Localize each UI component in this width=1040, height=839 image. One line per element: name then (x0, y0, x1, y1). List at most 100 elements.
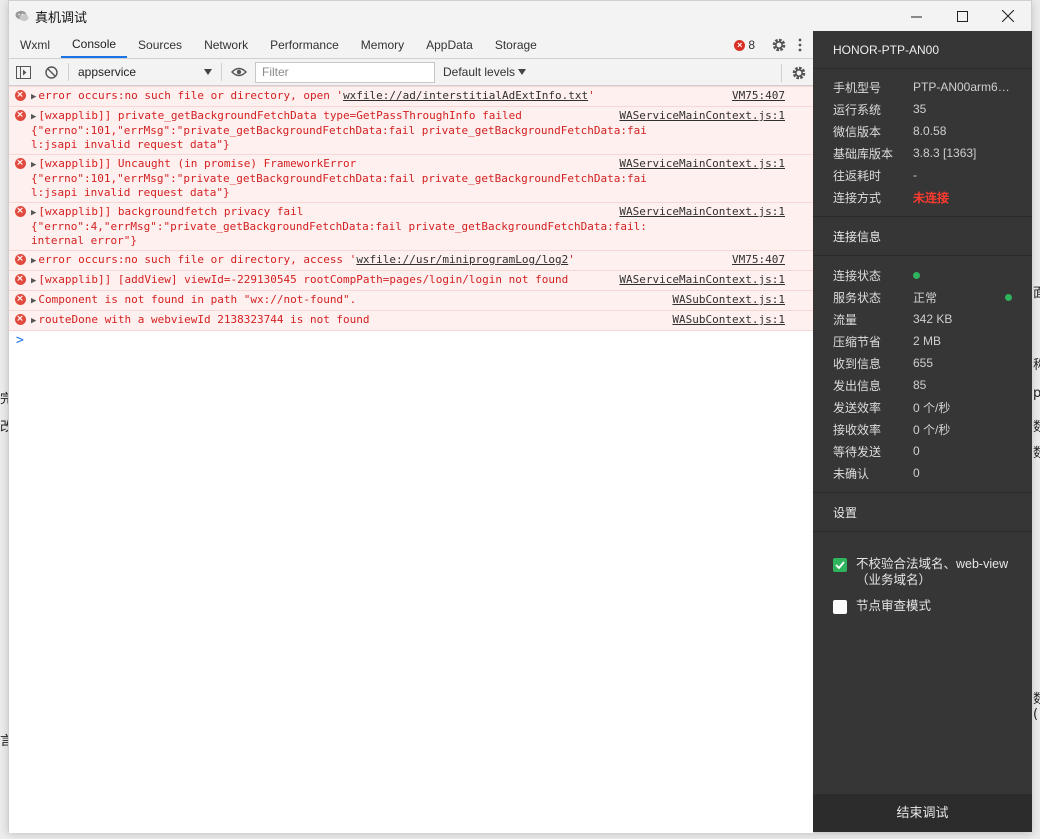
expand-triangle-icon[interactable]: ▶ (31, 92, 36, 102)
background-text: 数( (1033, 692, 1040, 722)
option-label: 不校验合法域名、web-view（业务域名） (856, 557, 1009, 587)
wechat-devtools-icon (15, 10, 29, 22)
expand-triangle-icon[interactable]: ▶ (31, 160, 36, 170)
error-icon: × (14, 294, 26, 305)
tab-storage[interactable]: Storage (484, 31, 548, 58)
console-error-row[interactable]: × ▶ routeDone with a webviewId 2138323744… (9, 310, 813, 331)
device-panel: HONOR-PTP-AN00 手机型号 PTP-AN00arm64-v8a 运行系… (813, 31, 1032, 832)
dropdown-arrow-icon (204, 69, 212, 75)
console-settings-button[interactable] (785, 60, 813, 86)
source-link[interactable]: VM75:407 (732, 253, 785, 267)
tab-network[interactable]: Network (193, 31, 259, 58)
source-link[interactable]: WAServiceMainContext.js:1 (619, 205, 785, 219)
toolbar-divider (68, 63, 69, 81)
background-text: 面 (1033, 286, 1040, 301)
checkbox-checked[interactable] (833, 558, 847, 572)
tab-memory[interactable]: Memory (350, 31, 415, 58)
message-text: error occurs:no such file or directory, … (38, 89, 344, 102)
connection-status-value: 未连接 (913, 190, 950, 205)
conn-row-sent: 发出信息 85 (833, 378, 927, 393)
filter-input[interactable] (255, 61, 435, 83)
checkmark-icon (835, 561, 845, 569)
info-row-model: 手机型号 PTP-AN00arm64-v8a (833, 80, 1028, 95)
file-link[interactable]: wxfile://ad/interstitialAdExtInfo.txt (343, 89, 588, 102)
console-toolbar: appservice Default levels (9, 59, 813, 86)
message-text: [wxapplib]] Uncaught (in promise) Framew… (31, 157, 647, 199)
maximize-button[interactable] (939, 1, 985, 31)
expand-triangle-icon[interactable]: ▶ (31, 316, 36, 326)
source-link[interactable]: WASubContext.js:1 (672, 313, 785, 327)
conn-row-received: 收到信息 655 (833, 356, 934, 371)
message-text: Component is not found in path "wx://not… (38, 293, 357, 306)
devtools-panel: Wxml Console Sources Network Performance… (9, 31, 813, 833)
device-info-list: 手机型号 PTP-AN00arm64-v8a 运行系统 35 微信版本 8.0.58 … (813, 69, 1032, 216)
console-error-row[interactable]: × ▶ [wxapplib]] private_getBackgroundFetc… (9, 106, 813, 155)
toolbar-divider (221, 63, 222, 81)
error-icon: × (14, 314, 26, 325)
minimize-button[interactable] (893, 1, 939, 31)
devtools-tabs: Wxml Console Sources Network Performance… (9, 31, 813, 59)
expand-triangle-icon[interactable]: ▶ (31, 276, 36, 286)
tab-sources[interactable]: Sources (127, 31, 193, 58)
expand-triangle-icon[interactable]: ▶ (31, 112, 36, 122)
settings-gear-icon[interactable] (771, 37, 787, 53)
source-link[interactable]: WAServiceMainContext.js:1 (619, 273, 785, 287)
source-link[interactable]: WAServiceMainContext.js:1 (619, 157, 785, 171)
console-prompt[interactable]: > (9, 331, 813, 351)
info-row-os: 运行系统 35 (833, 102, 927, 117)
option-label: 节点审查模式 (856, 599, 932, 613)
background-text: 称 (1033, 358, 1040, 373)
console-error-row[interactable]: × ▶ Component is not found in path "wx://… (9, 290, 813, 311)
settings-options: 不校验合法域名、web-view（业务域名） 节点审查模式 (813, 532, 1032, 614)
option-node-inspect-mode[interactable]: 节点审查模式 (813, 598, 1032, 614)
end-debug-button[interactable]: 结束调试 (813, 794, 1032, 832)
error-icon: × (14, 90, 26, 101)
console-error-row[interactable]: × ▶ [wxapplib]] backgroundfetch privacy f… (9, 202, 813, 251)
source-link[interactable]: VM75:407 (732, 89, 785, 103)
background-text: pi (1033, 386, 1040, 401)
console-messages: × ▶ error occurs:no such file or director… (9, 86, 813, 833)
message-text: routeDone with a webviewId 2138323744 is… (38, 313, 370, 326)
console-error-row[interactable]: × ▶ [wxapplib]] [addView] viewId=-2291305… (9, 270, 813, 291)
message-text: ' (568, 253, 575, 266)
toggle-sidebar-button[interactable] (9, 59, 37, 85)
info-row-rtt: 往返耗时 - (833, 168, 917, 183)
file-link[interactable]: wxfile://usr/miniprogramLog/log2 (356, 253, 568, 266)
expand-triangle-icon[interactable]: ▶ (31, 256, 36, 266)
title-bar[interactable]: 真机调试 (9, 1, 1031, 31)
info-row-connection: 连接方式 未连接 (813, 186, 1032, 208)
context-select[interactable]: appservice (72, 62, 218, 82)
conn-row-status: 连接状态 (813, 264, 1032, 286)
info-row-wechat-version: 微信版本 8.0.58 (833, 124, 947, 139)
status-online-indicator (913, 272, 920, 279)
console-error-row[interactable]: × ▶ [wxapplib]] Uncaught (in promise) Fra… (9, 154, 813, 203)
option-skip-domain-check[interactable]: 不校验合法域名、web-view（业务域名） (813, 556, 1032, 588)
more-options-icon[interactable] (793, 37, 807, 53)
conn-row-send-rate: 发送效率 0 个/秒 (833, 400, 951, 415)
log-levels-select[interactable]: Default levels (443, 65, 527, 79)
console-error-row[interactable]: × ▶ error occurs:no such file or director… (9, 86, 813, 107)
expand-triangle-icon[interactable]: ▶ (31, 208, 36, 218)
clear-console-button[interactable] (37, 59, 65, 85)
console-error-row[interactable]: × ▶ error occurs:no such file or director… (9, 250, 813, 271)
dropdown-arrow-icon (518, 69, 527, 75)
info-row-lib-version: 基础库版本 3.8.3 [1363] (833, 146, 977, 161)
tab-console[interactable]: Console (61, 31, 128, 58)
source-link[interactable]: WASubContext.js:1 (672, 293, 785, 307)
expand-triangle-icon[interactable]: ▶ (31, 296, 36, 306)
checkbox-unchecked[interactable] (833, 600, 847, 614)
background-text: 数 (1033, 446, 1040, 461)
sidebar-toggle-icon (15, 65, 31, 79)
tab-performance[interactable]: Performance (259, 31, 350, 58)
message-text: [wxapplib]] [addView] viewId=-229130545 … (38, 273, 569, 286)
message-text: [wxapplib]] backgroundfetch privacy fail… (31, 205, 647, 247)
maximize-icon (956, 10, 968, 22)
error-counter[interactable]: × 8 (734, 38, 755, 52)
close-button[interactable] (985, 1, 1031, 31)
tab-appdata[interactable]: AppData (415, 31, 484, 58)
source-link[interactable]: WAServiceMainContext.js:1 (619, 109, 785, 123)
conn-row-compression: 压缩节省 2 MB (833, 334, 942, 349)
tab-wxml[interactable]: Wxml (9, 31, 61, 58)
live-expression-button[interactable] (225, 59, 253, 85)
window-title: 真机调试 (35, 10, 88, 26)
